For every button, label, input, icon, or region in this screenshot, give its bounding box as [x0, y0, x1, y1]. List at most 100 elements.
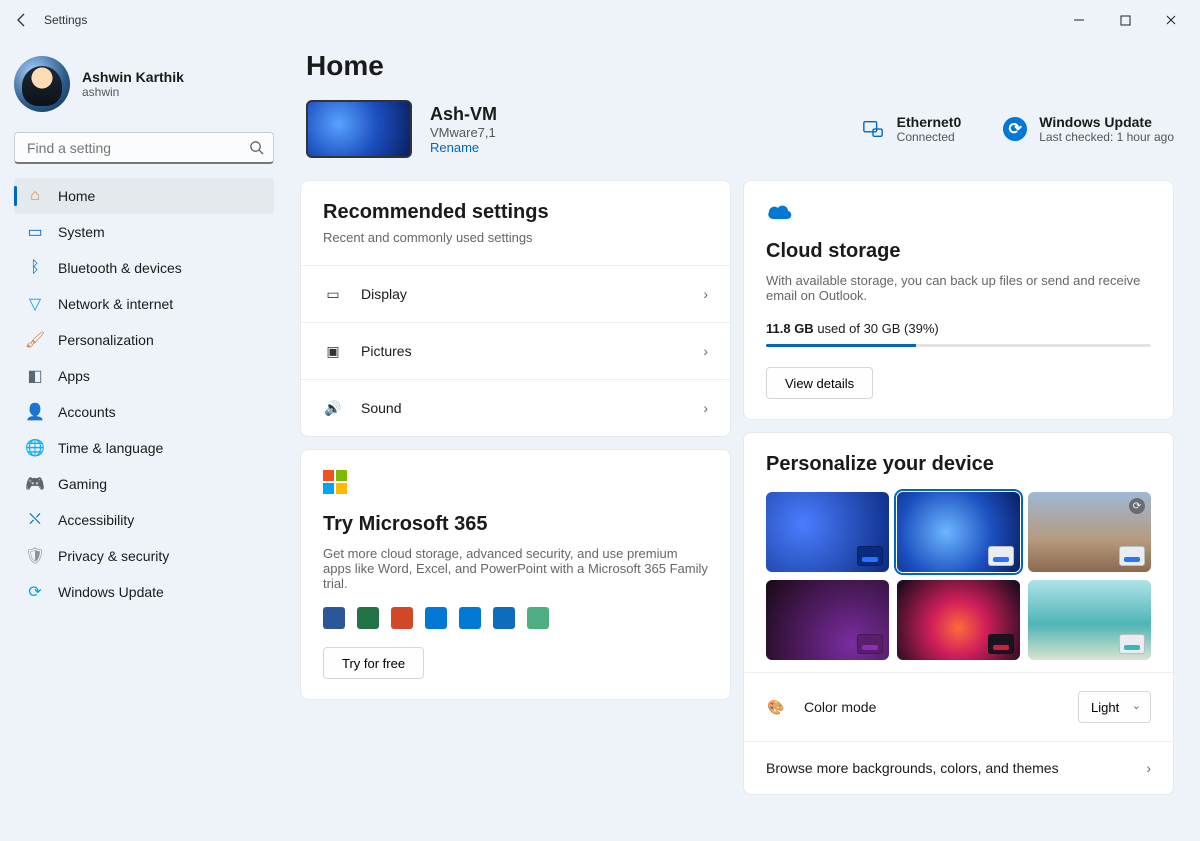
sidebar-item-update[interactable]: ⟳Windows Update [14, 574, 274, 610]
cloud-progress-bar [766, 344, 1151, 347]
sound-icon: 🔊 [323, 398, 343, 418]
shield-icon: 🛡 [26, 547, 44, 565]
theme-chip [988, 634, 1014, 654]
search-input[interactable] [14, 132, 274, 164]
update-title: Windows Update [1039, 114, 1174, 130]
recommended-item-sound[interactable]: 🔊Sound› [301, 379, 730, 436]
theme-chip [1119, 546, 1145, 566]
defender-icon [425, 607, 447, 629]
theme-chip [857, 634, 883, 654]
palette-icon: 🎨 [766, 697, 786, 717]
globe-icon: 🌐 [26, 439, 44, 457]
sidebar-item-privacy[interactable]: 🛡 Privacy & security [14, 538, 274, 574]
theme-chip [1119, 634, 1145, 654]
accessibility-icon: ⛌ [26, 511, 44, 529]
recommended-item-display[interactable]: ▭Display› [301, 265, 730, 322]
theme-chip [988, 546, 1014, 566]
cloud-storage-card: Cloud storage With available storage, yo… [743, 180, 1174, 420]
sidebar-item-label: Privacy & security [58, 548, 169, 564]
powerpoint-icon [391, 607, 413, 629]
theme-badge-icon: ⟳ [1129, 498, 1145, 514]
apps-icon: ◧ [26, 367, 44, 385]
search-icon [249, 140, 264, 160]
browse-themes-label: Browse more backgrounds, colors, and the… [766, 760, 1059, 776]
sidebar-item-network[interactable]: ▽ Network & internet [14, 286, 274, 322]
onedrive-icon [459, 607, 481, 629]
ethernet-status[interactable]: Ethernet0Connected [861, 114, 962, 144]
avatar [14, 56, 70, 112]
color-mode-select[interactable]: Light [1078, 691, 1151, 723]
sidebar: Ashwin Karthik ashwin ⌂Home ▭ System ᛒBluet… [0, 40, 290, 841]
personalize-card: Personalize your device ⟳ 🎨 Color mode L… [743, 432, 1174, 795]
brush-icon: 🖌 [26, 331, 44, 349]
gamepad-icon: 🎮 [26, 475, 44, 493]
device-thumbnail [306, 100, 412, 158]
chevron-right-icon: › [1146, 760, 1151, 776]
theme-option-t1[interactable] [766, 492, 889, 572]
family-icon [527, 607, 549, 629]
sidebar-item-time[interactable]: 🌐Time & language [14, 430, 274, 466]
cloud-view-details-button[interactable]: View details [766, 367, 873, 399]
back-button[interactable] [6, 4, 38, 36]
close-icon [1165, 14, 1177, 26]
word-icon [323, 607, 345, 629]
profile-name: Ashwin Karthik [82, 69, 184, 85]
personalize-title: Personalize your device [766, 453, 1151, 476]
bluetooth-icon: ᛒ [26, 259, 44, 277]
ethernet-sub: Connected [897, 130, 962, 144]
sidebar-item-label: Accounts [58, 404, 116, 420]
app-title: Settings [44, 13, 87, 27]
theme-option-t3[interactable]: ⟳ [1028, 492, 1151, 572]
theme-option-t2[interactable] [897, 492, 1020, 572]
device-model: VMware7,1 [430, 125, 497, 140]
theme-chip [857, 546, 883, 566]
theme-option-t4[interactable] [766, 580, 889, 660]
sidebar-item-home[interactable]: ⌂Home [14, 178, 274, 214]
cloud-icon [766, 201, 794, 221]
nav-list: ⌂Home ▭ System ᛒBluetooth & devices ▽ Network… [14, 178, 274, 610]
person-icon: 👤 [26, 403, 44, 421]
m365-desc: Get more cloud storage, advanced securit… [323, 546, 708, 591]
rename-link[interactable]: Rename [430, 140, 497, 155]
sidebar-item-label: Windows Update [58, 584, 164, 600]
sidebar-item-label: Network & internet [58, 296, 173, 312]
cloud-usage-text: 11.8 GB used of 30 GB (39%) [766, 321, 1151, 336]
sidebar-item-label: System [58, 224, 105, 240]
sidebar-item-system[interactable]: ▭ System [14, 214, 274, 250]
minimize-button[interactable] [1056, 5, 1102, 35]
chevron-right-icon: › [703, 286, 708, 302]
ethernet-title: Ethernet0 [897, 114, 962, 130]
m365-try-button[interactable]: Try for free [323, 647, 424, 679]
recommended-item-pictures[interactable]: ▣Pictures› [301, 322, 730, 379]
sidebar-item-bluetooth[interactable]: ᛒBluetooth & devices [14, 250, 274, 286]
recommended-item-label: Sound [361, 400, 401, 416]
excel-icon [357, 607, 379, 629]
sidebar-item-gaming[interactable]: 🎮Gaming [14, 466, 274, 502]
sidebar-item-accounts[interactable]: 👤 Accounts [14, 394, 274, 430]
recommended-item-label: Display [361, 286, 407, 302]
update-sub: Last checked: 1 hour ago [1039, 130, 1174, 144]
outlook-icon [493, 607, 515, 629]
system-icon: ▭ [26, 223, 44, 241]
update-status[interactable]: ⟳ Windows UpdateLast checked: 1 hour ago [1003, 114, 1174, 144]
sidebar-item-personalization[interactable]: 🖌Personalization [14, 322, 274, 358]
recommended-card: Recommended settings Recent and commonly… [300, 180, 731, 437]
theme-option-t6[interactable] [1028, 580, 1151, 660]
wifi-icon: ▽ [26, 295, 44, 313]
close-button[interactable] [1148, 5, 1194, 35]
theme-grid: ⟳ [766, 492, 1151, 660]
theme-option-t5[interactable] [897, 580, 1020, 660]
profile-block[interactable]: Ashwin Karthik ashwin [14, 56, 274, 112]
sidebar-item-label: Accessibility [58, 512, 134, 528]
sidebar-item-apps[interactable]: ◧Apps [14, 358, 274, 394]
sidebar-item-accessibility[interactable]: ⛌ Accessibility [14, 502, 274, 538]
maximize-button[interactable] [1102, 5, 1148, 35]
device-row: Ash-VM VMware7,1 Rename Ethernet0Connect… [306, 100, 1174, 158]
color-mode-label: Color mode [804, 699, 876, 715]
picture-icon: ▣ [323, 341, 343, 361]
back-arrow-icon [14, 12, 30, 28]
main-panel: Home Ash-VM VMware7,1 Rename Ethernet0Co… [290, 40, 1200, 841]
browse-themes-link[interactable]: Browse more backgrounds, colors, and the… [744, 741, 1173, 794]
cloud-title: Cloud storage [766, 240, 1151, 263]
title-bar: Settings [0, 0, 1200, 40]
